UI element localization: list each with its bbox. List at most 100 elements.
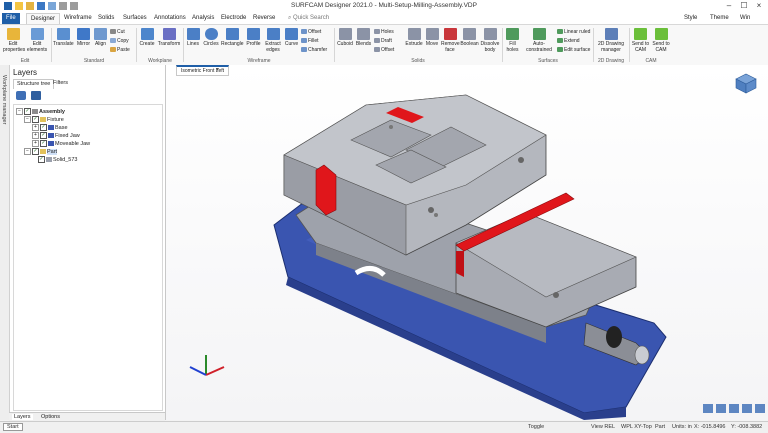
draft-icon bbox=[374, 38, 380, 44]
workplane-manager-strip[interactable]: Workplane manager bbox=[0, 65, 10, 420]
expand-icon[interactable]: + bbox=[32, 140, 39, 147]
tree-node-fixture[interactable]: − ✓ Fixture bbox=[24, 116, 64, 123]
units-readout[interactable]: Units: in bbox=[672, 424, 692, 430]
checkbox-icon[interactable]: ✓ bbox=[32, 148, 39, 155]
start-button[interactable]: Start bbox=[3, 423, 23, 431]
solids-offset-button[interactable]: Offset bbox=[374, 47, 394, 53]
translate-button[interactable]: Translate bbox=[53, 28, 74, 47]
cut-button[interactable]: Cut bbox=[110, 29, 125, 35]
drawing-manager-button[interactable]: 2D Drawing manager bbox=[595, 28, 627, 53]
tree-node-solid[interactable]: ✓ Solid_573 bbox=[38, 156, 77, 163]
boolean-icon bbox=[463, 28, 476, 40]
tab-options[interactable]: Options bbox=[41, 414, 60, 420]
checkbox-icon[interactable]: ✓ bbox=[24, 108, 31, 115]
checkbox-icon[interactable]: ✓ bbox=[40, 132, 47, 139]
minimize-button[interactable]: – bbox=[722, 1, 736, 11]
collapse-icon[interactable]: − bbox=[16, 108, 23, 115]
tree-node-assembly[interactable]: − ✓ Assembly bbox=[16, 108, 65, 115]
fillet-button[interactable]: Fillet bbox=[301, 38, 319, 44]
tab-surfaces[interactable]: Surfaces bbox=[119, 13, 151, 24]
maximize-button[interactable]: ☐ bbox=[737, 1, 751, 11]
expand-icon[interactable]: + bbox=[32, 124, 39, 131]
checkbox-icon[interactable]: ✓ bbox=[40, 124, 47, 131]
checkbox-icon[interactable]: ✓ bbox=[40, 140, 47, 147]
tab-file[interactable]: File bbox=[2, 13, 20, 24]
copy-button[interactable]: Copy bbox=[110, 38, 129, 44]
tree-node-moveable-jaw[interactable]: + ✓ Moveable Jaw bbox=[32, 140, 90, 147]
tab-structure-tree[interactable]: Structure tree bbox=[13, 79, 55, 89]
window-menu[interactable]: Win bbox=[736, 13, 754, 24]
align-icon bbox=[94, 28, 107, 40]
extrude-button[interactable]: Extrude bbox=[405, 28, 423, 47]
tree-node-base[interactable]: + ✓ Base bbox=[32, 124, 68, 131]
theme-menu[interactable]: Theme bbox=[706, 13, 733, 24]
3d-viewport[interactable] bbox=[166, 65, 768, 420]
remove-face-button[interactable]: Remove face bbox=[441, 28, 460, 53]
profile-button[interactable]: Profile bbox=[245, 28, 262, 47]
shading-icon[interactable] bbox=[716, 404, 726, 413]
auto-constrained-button[interactable]: Auto-constrained bbox=[523, 28, 555, 53]
view-orientation-icon[interactable] bbox=[729, 404, 739, 413]
holes-button[interactable]: Holes bbox=[374, 29, 394, 35]
lines-button[interactable]: Lines bbox=[185, 28, 201, 47]
extend-button[interactable]: Extend bbox=[557, 38, 580, 44]
circles-button[interactable]: Circles bbox=[202, 28, 220, 47]
collapse-icon[interactable]: − bbox=[24, 148, 31, 155]
rectangle-button[interactable]: Rectangle bbox=[221, 28, 244, 47]
toggle-button[interactable]: Toggle bbox=[528, 424, 544, 430]
layers-icon[interactable] bbox=[16, 91, 26, 100]
expand-icon[interactable]: + bbox=[32, 132, 39, 139]
draft-button[interactable]: Draft bbox=[374, 38, 392, 44]
part-readout[interactable]: Part bbox=[655, 424, 665, 430]
close-button[interactable]: × bbox=[752, 1, 766, 11]
extract-edges-button[interactable]: Extract edges bbox=[263, 28, 283, 53]
move-button[interactable]: Move bbox=[424, 28, 440, 47]
save-layers-icon[interactable] bbox=[31, 91, 41, 100]
align-button[interactable]: Align bbox=[93, 28, 108, 47]
tab-designer[interactable]: Designer bbox=[26, 13, 61, 24]
edit-surface-button[interactable]: Edit surface bbox=[557, 47, 590, 53]
tab-filters[interactable]: Filters bbox=[50, 79, 71, 88]
tab-wireframe[interactable]: Wireframe bbox=[60, 13, 96, 24]
wireframe-offset-button[interactable]: Offset bbox=[301, 29, 321, 35]
view-tab-dropdown-icon[interactable]: ▾ bbox=[216, 66, 219, 73]
view-tab-isometric-front-left[interactable]: Isometric Front Left bbox=[176, 65, 230, 76]
linear-ruled-button[interactable]: Linear ruled bbox=[557, 29, 590, 35]
blends-button[interactable]: Blends bbox=[355, 28, 372, 47]
tree-node-fixed-jaw[interactable]: + ✓ Fixed Jaw bbox=[32, 132, 80, 139]
tab-layers[interactable]: Layers bbox=[12, 414, 33, 420]
checkbox-icon[interactable]: ✓ bbox=[32, 116, 39, 123]
send-to-cam-button[interactable]: Send to CAM bbox=[631, 28, 650, 53]
view-mode-readout[interactable]: View REL bbox=[591, 424, 615, 430]
zoom-fit-icon[interactable] bbox=[742, 404, 752, 413]
collapse-icon[interactable]: − bbox=[24, 116, 31, 123]
edit-elements-icon bbox=[30, 28, 44, 40]
curve-button[interactable]: Curve bbox=[284, 28, 299, 47]
edit-elements-button[interactable]: Edit elements bbox=[26, 28, 48, 53]
dissolve-body-button[interactable]: Dissolve body bbox=[480, 28, 500, 53]
tab-reverse[interactable]: Reverse bbox=[249, 13, 279, 24]
paste-button[interactable]: Paste bbox=[110, 47, 130, 53]
tab-solids[interactable]: Solids bbox=[94, 13, 118, 24]
fill-holes-button[interactable]: Fill holes bbox=[504, 28, 521, 53]
chamfer-button[interactable]: Chamfer bbox=[301, 47, 327, 53]
boolean-button[interactable]: Boolean bbox=[460, 28, 479, 47]
tab-annotations[interactable]: Annotations bbox=[150, 13, 190, 24]
mirror-button[interactable]: Mirror bbox=[75, 28, 92, 47]
send-to-cam-2-button[interactable]: Send to CAM bbox=[651, 28, 671, 53]
edit-properties-button[interactable]: Edit properties bbox=[3, 28, 25, 53]
style-menu[interactable]: Style bbox=[680, 13, 701, 24]
tab-analysis[interactable]: Analysis bbox=[188, 13, 218, 24]
display-mode-icon[interactable] bbox=[703, 404, 713, 413]
section-view-icon[interactable] bbox=[755, 404, 765, 413]
workplane-readout[interactable]: WPL XY-Top bbox=[621, 424, 652, 430]
ribbon-separator bbox=[502, 28, 503, 62]
vise-assembly-model[interactable] bbox=[166, 65, 768, 420]
workplane-transform-button[interactable]: Transform bbox=[157, 28, 181, 47]
quick-search[interactable]: ⌕ Quick Search bbox=[284, 13, 333, 24]
cuboid-button[interactable]: Cuboid bbox=[336, 28, 354, 47]
checkbox-icon[interactable]: ✓ bbox=[38, 156, 45, 163]
tree-node-part[interactable]: − ✓ Part bbox=[24, 148, 58, 155]
workplane-create-button[interactable]: Create bbox=[138, 28, 156, 47]
tab-electrode[interactable]: Electrode bbox=[217, 13, 250, 24]
